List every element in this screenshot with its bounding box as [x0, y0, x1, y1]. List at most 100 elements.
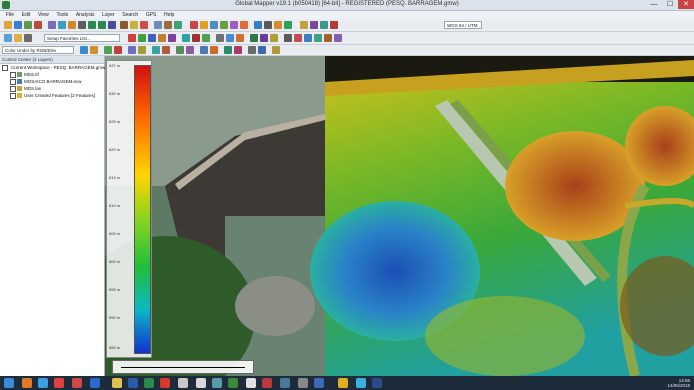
menu-layer[interactable]: Layer: [102, 11, 115, 19]
menu-file[interactable]: File: [6, 11, 14, 19]
map-layout-icon[interactable]: [320, 21, 328, 29]
label-icon[interactable]: [236, 34, 244, 42]
document-icon[interactable]: [196, 378, 206, 388]
snap-icon[interactable]: [216, 34, 224, 42]
measure-icon[interactable]: [68, 21, 76, 29]
projection-combo[interactable]: WGS 84 / UTM: [444, 21, 482, 29]
grid-icon[interactable]: [274, 21, 282, 29]
digitize-area-icon[interactable]: [148, 34, 156, 42]
remove-icon[interactable]: [294, 34, 302, 42]
word-icon[interactable]: [128, 378, 138, 388]
shape-icon[interactable]: [324, 34, 332, 42]
layer-row-3[interactable]: MDS.las: [0, 85, 104, 92]
digitize-circle-icon[interactable]: [168, 34, 176, 42]
scale-icon[interactable]: [314, 34, 322, 42]
edge-icon[interactable]: [38, 378, 48, 388]
layer-icon-c[interactable]: [210, 21, 218, 29]
menu-gps[interactable]: GPS: [146, 11, 157, 19]
lidar-grid-icon[interactable]: [128, 46, 136, 54]
move-tool-icon[interactable]: [24, 34, 32, 42]
menu-search[interactable]: Search: [122, 11, 138, 19]
zoom-tool-icon[interactable]: [48, 21, 56, 29]
path-profile-icon[interactable]: [130, 21, 138, 29]
volume-icon[interactable]: [270, 34, 278, 42]
save-icon[interactable]: [14, 21, 22, 29]
menu-analysis[interactable]: Analysis: [76, 11, 95, 19]
layer-icon-f[interactable]: [240, 21, 248, 29]
elevation-icon[interactable]: [154, 21, 162, 29]
app-icon-4[interactable]: [280, 378, 290, 388]
mesh-icon[interactable]: [186, 46, 194, 54]
digitize-rect-icon[interactable]: [158, 34, 166, 42]
open-data-icon[interactable]: [24, 21, 32, 29]
map-canvas[interactable]: [105, 56, 694, 376]
settings-icon[interactable]: [264, 21, 272, 29]
measure-area-icon[interactable]: [284, 34, 292, 42]
app-icon-2[interactable]: [246, 378, 256, 388]
attributes-icon[interactable]: [310, 21, 318, 29]
select-tool-icon[interactable]: [4, 34, 12, 42]
vegetation-icon[interactable]: [224, 46, 232, 54]
minimize-button[interactable]: —: [648, 0, 660, 9]
attribute-edit-icon[interactable]: [334, 34, 342, 42]
buffer-icon[interactable]: [226, 34, 234, 42]
acrobat-icon[interactable]: [160, 378, 170, 388]
firefox-icon[interactable]: [22, 378, 32, 388]
watershed-icon[interactable]: [260, 34, 268, 42]
contour-icon[interactable]: [250, 34, 258, 42]
app-icon-3[interactable]: [262, 378, 272, 388]
maximize-button[interactable]: ☐: [664, 0, 676, 9]
lidar-filter-icon[interactable]: [90, 46, 98, 54]
digitize-line-icon[interactable]: [138, 34, 146, 42]
open-folder-icon[interactable]: [4, 21, 12, 29]
join-icon[interactable]: [202, 34, 210, 42]
close-button[interactable]: ✕: [678, 0, 694, 9]
raster-icon[interactable]: [176, 46, 184, 54]
start-button-icon[interactable]: [4, 378, 14, 388]
shader-combo[interactable]: Color Under by RGB/Elev: [2, 46, 74, 54]
digitizer-icon[interactable]: [140, 21, 148, 29]
lidar-profile-icon[interactable]: [114, 46, 122, 54]
app-icon[interactable]: [212, 378, 222, 388]
file-explorer-icon[interactable]: [112, 378, 122, 388]
lidar-export-icon[interactable]: [162, 46, 170, 54]
layer-icon-e[interactable]: [230, 21, 238, 29]
chrome-icon[interactable]: [54, 378, 64, 388]
lidar-edit-icon[interactable]: [138, 46, 146, 54]
edit-tool-icon[interactable]: [14, 34, 22, 42]
noise-icon[interactable]: [248, 46, 256, 54]
rotate-icon[interactable]: [304, 34, 312, 42]
app-icon-6[interactable]: [314, 378, 324, 388]
teamviewer-icon[interactable]: [356, 378, 366, 388]
global-mapper-task-icon[interactable]: [228, 378, 238, 388]
menu-view[interactable]: View: [38, 11, 49, 19]
print-icon[interactable]: [34, 21, 42, 29]
favorites-combo[interactable]: Setup Favorites List...: [44, 34, 120, 42]
workspace-row[interactable]: Current Workspace - PESQ. BARRAGEM.gmw: [0, 64, 105, 71]
full-view-icon[interactable]: [108, 21, 116, 29]
lidar-select-icon[interactable]: [104, 46, 112, 54]
feature-icon[interactable]: [300, 21, 308, 29]
menu-help[interactable]: Help: [164, 11, 174, 19]
digitize-point-icon[interactable]: [128, 34, 136, 42]
ground-icon[interactable]: [210, 46, 218, 54]
pan-tool-icon[interactable]: [58, 21, 66, 29]
layer-row-4[interactable]: User Created Features [2 Features]: [0, 92, 104, 99]
pixel-icon[interactable]: [200, 46, 208, 54]
layer-checkbox[interactable]: [10, 93, 16, 99]
water-icon[interactable]: [258, 46, 266, 54]
info-tool-icon[interactable]: [78, 21, 86, 29]
cad-icon[interactable]: [178, 378, 188, 388]
menu-edit[interactable]: Edit: [22, 11, 31, 19]
zoom-in-icon[interactable]: [88, 21, 96, 29]
zoom-out-icon[interactable]: [98, 21, 106, 29]
3d-view-icon[interactable]: [120, 21, 128, 29]
app-icon-5[interactable]: [298, 378, 308, 388]
building-icon[interactable]: [234, 46, 242, 54]
lidar-color-icon[interactable]: [152, 46, 160, 54]
split-icon[interactable]: [192, 34, 200, 42]
terrain-icon[interactable]: [164, 21, 172, 29]
layer-row-2[interactable]: MOSAICO BARRAGEM.ecw: [0, 78, 104, 85]
norton-icon[interactable]: [338, 378, 348, 388]
globe-icon[interactable]: [254, 21, 262, 29]
